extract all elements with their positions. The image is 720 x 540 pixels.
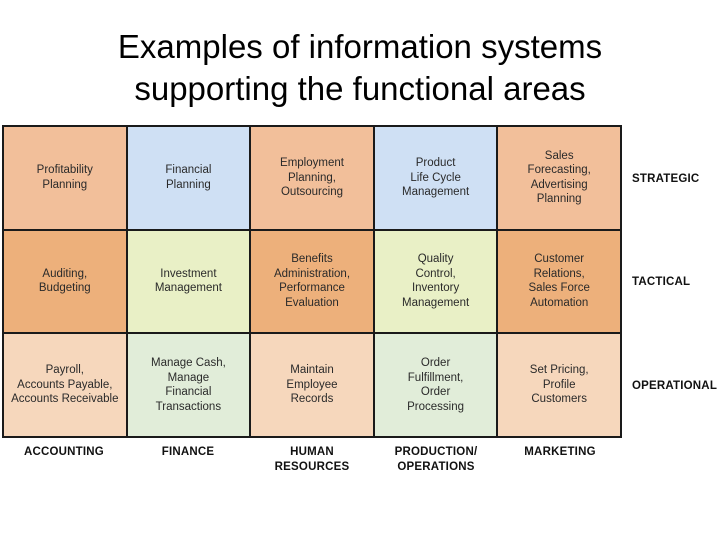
level-label-tactical: TACTICAL [632, 276, 691, 288]
cell-strategic-production-operations: Product Life Cycle Management [374, 127, 497, 229]
cell-operational-marketing: Set Pricing, Profile Customers [498, 334, 620, 436]
area-label-human-resources: HUMAN RESOURCES [274, 446, 350, 473]
level-label-operational: OPERATIONAL [632, 380, 718, 392]
cell-operational-human-resources: Maintain Employee Records [251, 334, 373, 436]
functional-areas-matrix: Profitability Planning Financial Plannin… [2, 125, 622, 438]
level-label-strategic: STRATEGIC [632, 173, 700, 185]
cell-strategic-accounting: Profitability Planning [4, 127, 126, 229]
cell-tactical-marketing: Customer Relations, Sales Force Automati… [498, 230, 620, 333]
cell-strategic-human-resources: Employment Planning, Outsourcing [251, 127, 373, 229]
cell-operational-finance: Manage Cash, Manage Financial Transactio… [127, 334, 250, 436]
area-label-production-operations: PRODUCTION/ OPERATIONS [394, 446, 478, 473]
cell-operational-accounting: Payroll, Accounts Payable, Accounts Rece… [4, 334, 126, 436]
slide-title: Examples of information systems supporti… [0, 26, 720, 110]
cell-tactical-human-resources: Benefits Administration, Performance Eva… [251, 230, 373, 333]
cell-tactical-production-operations: Quality Control, Inventory Management [374, 230, 497, 333]
cell-tactical-accounting: Auditing, Budgeting [4, 230, 126, 333]
cell-operational-production-operations: Order Fulfillment, Order Processing [374, 334, 497, 436]
cell-strategic-marketing: Sales Forecasting, Advertising Planning [498, 127, 620, 229]
cell-strategic-finance: Financial Planning [127, 127, 250, 229]
cell-tactical-finance: Investment Management [127, 230, 250, 333]
slide-title-line-1: Examples of information systems [117, 28, 603, 65]
slide-title-line-2: supporting the functional areas [134, 70, 586, 107]
area-label-accounting: ACCOUNTING [24, 446, 104, 458]
area-label-marketing: MARKETING [524, 446, 596, 458]
area-label-finance: FINANCE [161, 446, 215, 458]
